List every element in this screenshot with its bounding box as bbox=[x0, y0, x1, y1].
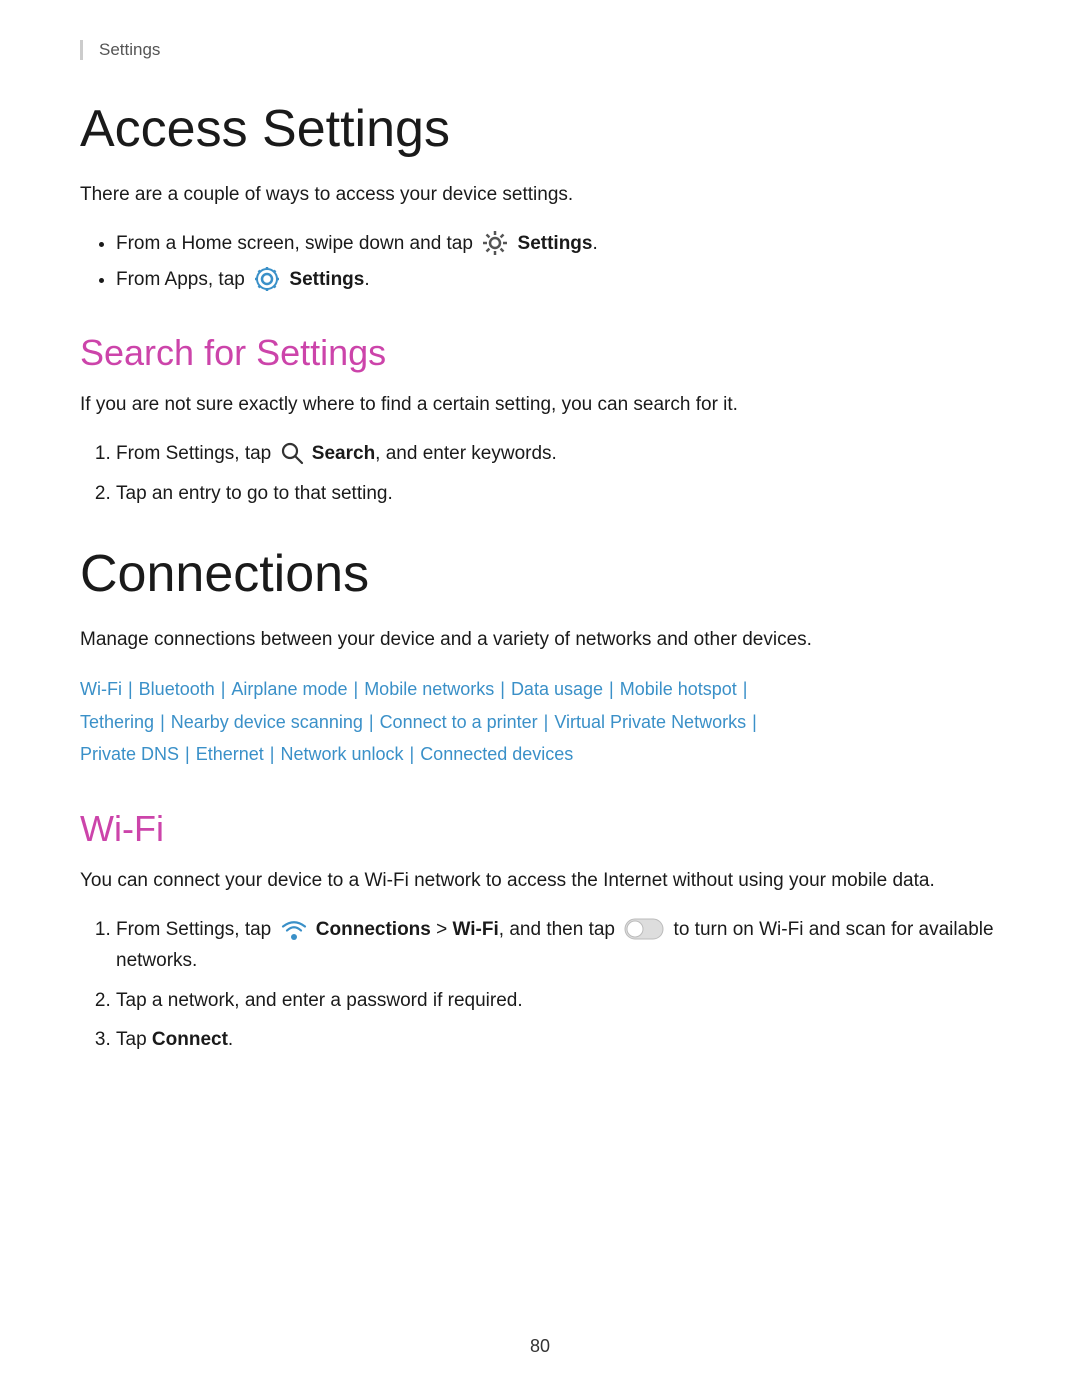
list-item: From Settings, tap Connections > Wi-Fi, … bbox=[116, 914, 1000, 977]
link-tethering[interactable]: Tethering bbox=[80, 712, 154, 732]
link-private-dns[interactable]: Private DNS bbox=[80, 744, 179, 764]
connections-bold: Connections bbox=[316, 919, 431, 940]
separator: | bbox=[155, 712, 170, 732]
link-nearby-device[interactable]: Nearby device scanning bbox=[171, 712, 363, 732]
link-wifi[interactable]: Wi-Fi bbox=[80, 679, 122, 699]
link-mobile-networks[interactable]: Mobile networks bbox=[364, 679, 494, 699]
link-network-unlock[interactable]: Network unlock bbox=[280, 744, 403, 764]
wifi-title: Wi-Fi bbox=[80, 807, 1000, 850]
list-item: Tap a network, and enter a password if r… bbox=[116, 985, 1000, 1016]
wifi-step-3: Tap Connect. bbox=[116, 1029, 233, 1050]
search-settings-section: Search for Settings If you are not sure … bbox=[80, 331, 1000, 509]
page-number: 80 bbox=[0, 1336, 1080, 1357]
access-settings-title: Access Settings bbox=[80, 100, 1000, 160]
gear-blue-icon bbox=[253, 265, 281, 293]
search-step-1: From Settings, tap Search, and enter key… bbox=[116, 443, 557, 464]
wifi-bold: Wi-Fi bbox=[453, 919, 499, 940]
search-settings-intro: If you are not sure exactly where to fin… bbox=[80, 390, 1000, 420]
connections-intro: Manage connections between your device a… bbox=[80, 625, 1000, 655]
search-icon bbox=[280, 441, 304, 465]
access-settings-intro: There are a couple of ways to access you… bbox=[80, 180, 1000, 210]
settings-bold-2: Settings bbox=[289, 269, 364, 290]
connections-section: Connections Manage connections between y… bbox=[80, 545, 1000, 770]
separator: | bbox=[405, 744, 420, 764]
list-item: From a Home screen, swipe down and tap bbox=[116, 228, 1000, 259]
separator: | bbox=[539, 712, 554, 732]
separator: | bbox=[495, 679, 510, 699]
link-printer[interactable]: Connect to a printer bbox=[380, 712, 538, 732]
link-bluetooth[interactable]: Bluetooth bbox=[139, 679, 215, 699]
separator: | bbox=[265, 744, 280, 764]
search-settings-title: Search for Settings bbox=[80, 331, 1000, 374]
separator: | bbox=[738, 679, 748, 699]
link-connected-devices[interactable]: Connected devices bbox=[420, 744, 573, 764]
link-vpn[interactable]: Virtual Private Networks bbox=[554, 712, 746, 732]
access-settings-bullets: From a Home screen, swipe down and tap bbox=[116, 228, 1000, 295]
list-item: Tap Connect. bbox=[116, 1024, 1000, 1055]
connect-bold: Connect bbox=[152, 1029, 228, 1050]
separator: | bbox=[123, 679, 138, 699]
search-step-2: Tap an entry to go to that setting. bbox=[116, 483, 393, 504]
list-item: Tap an entry to go to that setting. bbox=[116, 478, 1000, 509]
breadcrumb: Settings bbox=[80, 40, 1000, 60]
bullet-text-2: From Apps, tap bbox=[116, 269, 370, 290]
toggle-icon bbox=[624, 918, 664, 940]
bullet-text-1: From a Home screen, swipe down and tap bbox=[116, 233, 598, 254]
search-bold: Search bbox=[312, 443, 375, 464]
wifi-intro: You can connect your device to a Wi-Fi n… bbox=[80, 866, 1000, 896]
wifi-step-2: Tap a network, and enter a password if r… bbox=[116, 990, 523, 1011]
separator: | bbox=[604, 679, 619, 699]
connections-title: Connections bbox=[80, 545, 1000, 605]
wifi-section: Wi-Fi You can connect your device to a W… bbox=[80, 807, 1000, 1056]
list-item: From Apps, tap bbox=[116, 264, 1000, 295]
separator: | bbox=[364, 712, 379, 732]
wifi-step-1: From Settings, tap Connections > Wi-Fi, … bbox=[116, 919, 994, 971]
link-data-usage[interactable]: Data usage bbox=[511, 679, 603, 699]
separator: | bbox=[349, 679, 364, 699]
wifi-steps: From Settings, tap Connections > Wi-Fi, … bbox=[116, 914, 1000, 1055]
link-airplane[interactable]: Airplane mode bbox=[231, 679, 347, 699]
separator: | bbox=[747, 712, 757, 732]
link-mobile-hotspot[interactable]: Mobile hotspot bbox=[620, 679, 737, 699]
link-ethernet[interactable]: Ethernet bbox=[196, 744, 264, 764]
separator: | bbox=[216, 679, 231, 699]
list-item: From Settings, tap Search, and enter key… bbox=[116, 438, 1000, 469]
separator: | bbox=[180, 744, 195, 764]
gear-dark-icon bbox=[481, 229, 509, 257]
search-settings-steps: From Settings, tap Search, and enter key… bbox=[116, 438, 1000, 509]
connections-icon bbox=[280, 915, 308, 943]
connections-links: Wi-Fi | Bluetooth | Airplane mode | Mobi… bbox=[80, 673, 1000, 770]
access-settings-section: Access Settings There are a couple of wa… bbox=[80, 100, 1000, 295]
settings-bold-1: Settings bbox=[518, 233, 593, 254]
